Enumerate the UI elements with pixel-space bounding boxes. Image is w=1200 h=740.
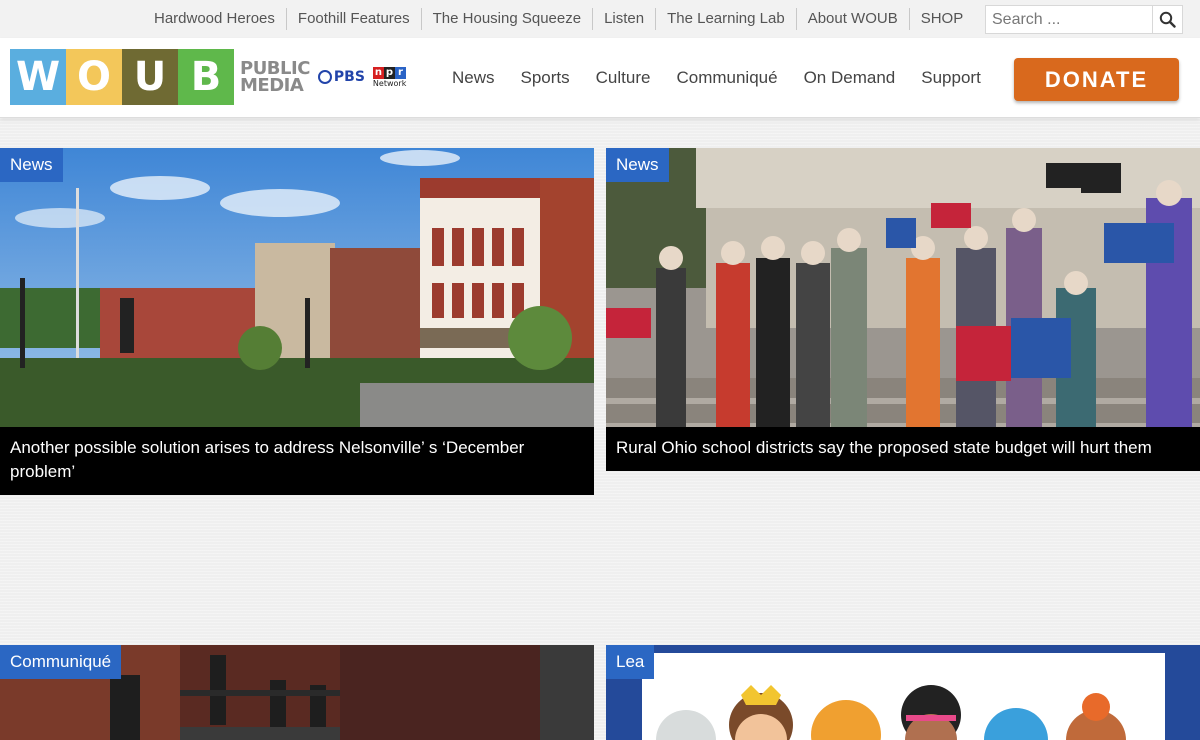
utility-link-housing-squeeze[interactable]: The Housing Squeeze <box>422 8 594 30</box>
nav-culture[interactable]: Culture <box>596 68 651 88</box>
story-card-school-budget[interactable]: News Rural Ohio school districts say the… <box>606 148 1200 471</box>
story-headline[interactable]: Rural Ohio school districts say the prop… <box>606 427 1200 471</box>
utility-link-about[interactable]: About WOUB <box>797 8 910 30</box>
category-tag[interactable]: Communiqué <box>0 645 122 679</box>
utility-link-hardwood-heroes[interactable]: Hardwood Heroes <box>143 8 287 30</box>
utility-link-listen[interactable]: Listen <box>593 8 657 30</box>
category-tag[interactable]: Lea <box>606 645 655 679</box>
npr-letter-p: p <box>383 66 395 79</box>
npr-letter-n: n <box>372 66 384 79</box>
search-icon <box>1159 11 1176 28</box>
nav-communique[interactable]: Communiqué <box>676 68 777 88</box>
logo-letter-w: W <box>10 49 66 105</box>
utility-links: Hardwood Heroes Foothill Features The Ho… <box>143 0 974 38</box>
story-card-communique[interactable]: Communiqué <box>0 645 594 740</box>
npr-network-label: Network <box>372 78 407 88</box>
pbs-icon <box>317 70 332 84</box>
utility-link-foothill-features[interactable]: Foothill Features <box>287 8 422 30</box>
main-nav: News Sports Culture Communiqué On Demand… <box>439 38 994 118</box>
top-utility-bar: Hardwood Heroes Foothill Features The Ho… <box>0 0 1200 38</box>
npr-blocks: n p r <box>372 66 406 79</box>
pbs-label: PBS <box>333 69 365 85</box>
category-tag[interactable]: News <box>0 148 63 182</box>
search-form <box>985 5 1183 34</box>
search-input[interactable] <box>985 5 1153 34</box>
site-header: W O U B PUBLIC MEDIA PBS n p r Network N… <box>0 38 1200 118</box>
logo-letter-o: O <box>66 49 122 105</box>
story-card-learning[interactable]: Lea <box>606 645 1200 740</box>
nav-on-demand[interactable]: On Demand <box>804 68 896 88</box>
story-image-school-rally <box>606 148 1200 471</box>
logo-letter-u: U <box>122 49 178 105</box>
nav-news[interactable]: News <box>452 68 495 88</box>
utility-link-shop[interactable]: SHOP <box>910 8 975 30</box>
story-image-cartoon-kids <box>606 645 1200 740</box>
npr-letter-r: r <box>394 66 406 79</box>
nav-sports[interactable]: Sports <box>521 68 570 88</box>
utility-link-learning-lab[interactable]: The Learning Lab <box>656 8 797 30</box>
story-headline[interactable]: Another possible solution arises to addr… <box>0 427 594 495</box>
logo-public-media: PUBLIC MEDIA <box>240 60 310 96</box>
logo-media-text: MEDIA <box>240 75 304 96</box>
logo-letter-b: B <box>178 49 234 105</box>
search-button[interactable] <box>1153 5 1183 34</box>
nav-support[interactable]: Support <box>921 68 981 88</box>
story-card-nelsonville[interactable]: News Another possible solution arises to… <box>0 148 594 495</box>
pbs-logo: PBS <box>317 69 365 85</box>
category-tag[interactable]: News <box>606 148 669 182</box>
woub-logo[interactable]: W O U B PUBLIC MEDIA PBS n p r Network <box>10 49 406 105</box>
npr-logo: n p r Network <box>372 66 407 88</box>
donate-button[interactable]: DONATE <box>1014 58 1179 101</box>
